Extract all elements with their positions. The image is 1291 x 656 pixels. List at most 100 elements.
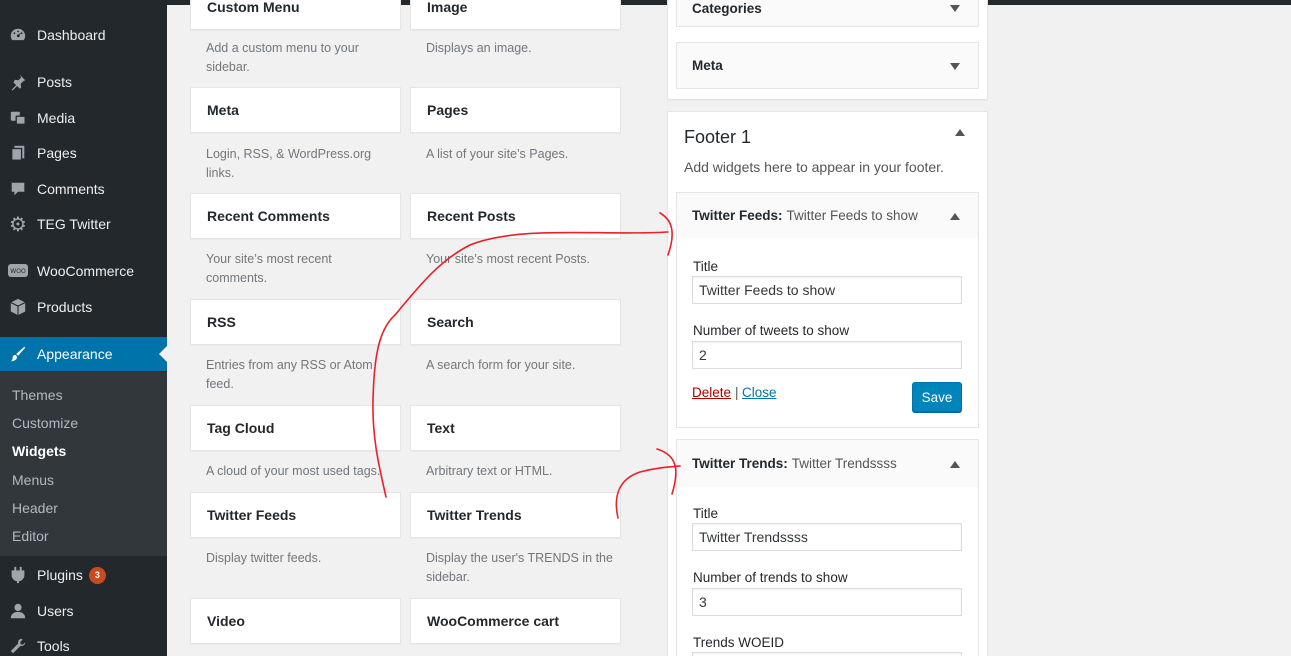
expand-arrow-icon[interactable] bbox=[950, 63, 960, 70]
sidebar-item-label: Tools bbox=[37, 638, 70, 654]
widget-title: Meta bbox=[692, 58, 723, 73]
plug-icon bbox=[8, 565, 28, 585]
sidebar-item-comments[interactable]: Comments bbox=[0, 172, 167, 206]
tweet-count-label: Number of tweets to show bbox=[693, 323, 850, 338]
sidebar-item-label: Users bbox=[37, 603, 74, 619]
sidebar-item-label: Plugins bbox=[37, 567, 83, 583]
available-widget-video[interactable]: Video bbox=[190, 598, 401, 644]
widget-type: Twitter Trends: bbox=[692, 456, 788, 471]
widget-area-description: Add widgets here to appear in your foote… bbox=[684, 159, 944, 175]
appearance-submenu: Themes Customize Widgets Menus Header Ed… bbox=[0, 372, 167, 556]
admin-sidebar: Dashboard Posts Media Pages Comments ⚙ T… bbox=[0, 0, 167, 656]
available-widget-recent-posts[interactable]: Recent Posts bbox=[410, 193, 621, 239]
title-label: Title bbox=[693, 506, 719, 521]
widget-instance-title: Twitter Trendssss bbox=[791, 456, 897, 471]
sidebar-item-label: Posts bbox=[37, 74, 73, 90]
widget-instance-title: Twitter Feeds to show bbox=[786, 208, 918, 223]
submenu-editor[interactable]: Editor bbox=[12, 528, 49, 544]
trend-count-label: Number of trends to show bbox=[693, 570, 848, 585]
save-button[interactable]: Save bbox=[912, 382, 962, 412]
trend-count-input[interactable] bbox=[692, 588, 962, 616]
widget-description: Arbitrary text or HTML. bbox=[426, 464, 553, 478]
sidebar-item-dashboard[interactable]: Dashboard bbox=[0, 18, 167, 52]
available-widget-twitter-feeds[interactable]: Twitter Feeds bbox=[190, 492, 401, 538]
sidebar-item-label: Media bbox=[37, 110, 76, 126]
submenu-customize[interactable]: Customize bbox=[12, 415, 78, 431]
sidebar-item-label: WooCommerce bbox=[37, 263, 134, 279]
widget-description: Your site’s most recent comments. bbox=[206, 252, 332, 285]
available-widget-rss[interactable]: RSS bbox=[190, 299, 401, 345]
submenu-widgets[interactable]: Widgets bbox=[12, 443, 66, 459]
available-widget-text[interactable]: Text bbox=[410, 405, 621, 451]
available-widget-search[interactable]: Search bbox=[410, 299, 621, 345]
sidebar-item-users[interactable]: Users bbox=[0, 594, 167, 628]
title-label: Title bbox=[693, 259, 719, 274]
widget-description: A search form for your site. bbox=[426, 358, 576, 372]
comment-icon bbox=[8, 179, 28, 199]
link-separator: | bbox=[735, 385, 739, 400]
widget-description: Displays an image. bbox=[426, 41, 532, 55]
available-widget-woocommerce-cart[interactable]: WooCommerce cart bbox=[410, 598, 621, 644]
plugins-update-badge: 3 bbox=[88, 566, 106, 584]
sidebar-item-label: Comments bbox=[37, 181, 105, 197]
widget-twitter-feeds-header[interactable]: Twitter Feeds: Twitter Feeds to show bbox=[676, 192, 979, 239]
widget-meta[interactable]: Meta bbox=[676, 42, 979, 89]
sidebar-item-plugins[interactable]: Plugins 3 bbox=[0, 558, 167, 592]
available-widget-image[interactable]: Image bbox=[410, 0, 621, 30]
widget-title: Categories bbox=[692, 1, 762, 16]
sidebar-item-products[interactable]: Products bbox=[0, 290, 167, 324]
available-widget-meta[interactable]: Meta bbox=[190, 87, 401, 133]
available-widget-pages[interactable]: Pages bbox=[410, 87, 621, 133]
sidebar-item-pages[interactable]: Pages bbox=[0, 136, 167, 170]
widget-twitter-trends-header[interactable]: Twitter Trends: Twitter Trendssss bbox=[676, 439, 979, 488]
collapse-arrow-icon[interactable] bbox=[950, 213, 960, 220]
available-widget-recent-comments[interactable]: Recent Comments bbox=[190, 193, 401, 239]
widget-description: Display the user's TRENDS in the sidebar… bbox=[426, 551, 613, 584]
submenu-header[interactable]: Header bbox=[12, 500, 58, 516]
wrench-icon bbox=[8, 636, 28, 656]
collapse-arrow-icon[interactable] bbox=[950, 461, 960, 468]
widget-description: A cloud of your most used tags. bbox=[206, 464, 381, 478]
sidebar-item-teg-twitter[interactable]: ⚙ TEG Twitter bbox=[0, 207, 167, 241]
sidebar-item-label: Products bbox=[37, 299, 93, 315]
tweet-count-input[interactable] bbox=[692, 341, 962, 369]
sidebar-item-label: TEG Twitter bbox=[37, 216, 111, 232]
twitter-trends-title-input[interactable] bbox=[692, 523, 962, 551]
widget-description: Add a custom menu to your sidebar. bbox=[206, 41, 359, 74]
widget-description: Entries from any RSS or Atom feed. bbox=[206, 358, 373, 391]
woeid-input[interactable] bbox=[692, 652, 962, 656]
widget-description: Your site’s most recent Posts. bbox=[426, 252, 590, 266]
delete-widget-link[interactable]: Delete bbox=[692, 385, 731, 400]
available-widget-twitter-trends[interactable]: Twitter Trends bbox=[410, 492, 621, 538]
widget-categories[interactable]: Categories bbox=[676, 0, 979, 27]
sidebar-item-media[interactable]: Media bbox=[0, 101, 167, 135]
sidebar-item-tools[interactable]: Tools bbox=[0, 629, 167, 656]
close-widget-link[interactable]: Close bbox=[742, 385, 777, 400]
media-icon bbox=[8, 108, 28, 128]
woeid-label: Trends WOEID bbox=[693, 635, 785, 650]
user-icon bbox=[8, 601, 28, 621]
dashboard-icon bbox=[8, 25, 28, 45]
brush-icon bbox=[8, 344, 28, 364]
widget-type: Twitter Feeds: bbox=[692, 208, 783, 223]
expand-arrow-icon[interactable] bbox=[950, 5, 960, 12]
sidebar-item-woocommerce[interactable]: WOO WooCommerce bbox=[0, 254, 167, 288]
sidebar-item-posts[interactable]: Posts bbox=[0, 65, 167, 99]
pages-icon bbox=[8, 143, 28, 163]
sidebar-item-label: Pages bbox=[37, 145, 77, 161]
sidebar-item-label: Dashboard bbox=[37, 27, 106, 43]
submenu-menus[interactable]: Menus bbox=[12, 472, 54, 488]
pin-icon bbox=[8, 72, 28, 92]
woo-icon: WOO bbox=[8, 261, 28, 281]
widget-area-title[interactable]: Footer 1 bbox=[684, 127, 751, 148]
available-widget-tag-cloud[interactable]: Tag Cloud bbox=[190, 405, 401, 451]
submenu-themes[interactable]: Themes bbox=[12, 387, 63, 403]
available-widget-custom-menu[interactable]: Custom Menu bbox=[190, 0, 401, 30]
widget-description: Display twitter feeds. bbox=[206, 551, 322, 565]
box-icon bbox=[8, 297, 28, 317]
sidebar-item-appearance[interactable]: Appearance bbox=[0, 337, 167, 371]
gear-icon: ⚙ bbox=[9, 213, 27, 236]
svg-text:WOO: WOO bbox=[10, 268, 26, 275]
collapse-arrow-icon[interactable] bbox=[955, 129, 965, 136]
twitter-feeds-title-input[interactable] bbox=[692, 276, 962, 304]
